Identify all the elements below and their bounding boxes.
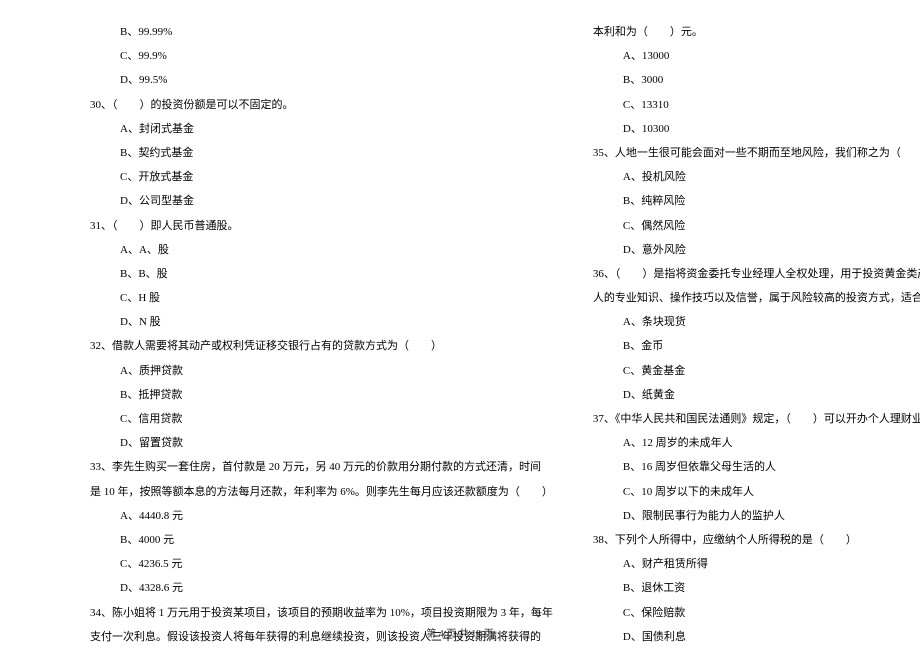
q35-option-b: B、纯粹风险 <box>593 189 920 213</box>
q30-option-b: B、契约式基金 <box>90 141 553 165</box>
q38-stem: 38、下列个人所得中，应缴纳个人所得税的是（ ） <box>593 528 920 552</box>
q32-option-a: A、质押贷款 <box>90 359 553 383</box>
q34-option-c: C、13310 <box>593 93 920 117</box>
q37-stem: 37、《中华人民共和国民法通则》规定，（ ）可以开办个人理财业务。 <box>593 407 920 431</box>
q31-option-d: D、N 股 <box>90 310 553 334</box>
q30-option-c: C、开放式基金 <box>90 165 553 189</box>
q31-option-a: A、A、股 <box>90 238 553 262</box>
q38-option-b: B、退休工资 <box>593 576 920 600</box>
q33-option-d: D、4328.6 元 <box>90 576 553 600</box>
q32-option-d: D、留置贷款 <box>90 431 553 455</box>
q35-stem: 35、人地一生很可能会面对一些不期而至地风险，我们称之为（ ） <box>593 141 920 165</box>
q30-option-d: D、公司型基金 <box>90 189 553 213</box>
q29-option-c: C、99.9% <box>90 44 553 68</box>
q29-option-b: B、99.99% <box>90 20 553 44</box>
q36-stem-line2: 人的专业知识、操作技巧以及信誉，属于风险较高的投资方式，适合喜欢冒险的积极型投资… <box>593 286 920 310</box>
q33-option-b: B、4000 元 <box>90 528 553 552</box>
q35-option-c: C、偶然风险 <box>593 214 920 238</box>
q36-option-d: D、纸黄金 <box>593 383 920 407</box>
q37-option-a: A、12 周岁的未成年人 <box>593 431 920 455</box>
q36-option-a: A、条块现货 <box>593 310 920 334</box>
q34-stem-line3: 本利和为（ ）元。 <box>593 20 920 44</box>
q38-option-c: C、保险赔款 <box>593 601 920 625</box>
left-column: B、99.99% C、99.9% D、99.5% 30、（ ）的投资份额是可以不… <box>30 20 573 620</box>
q36-option-c: C、黄金基金 <box>593 359 920 383</box>
page-footer: 第 4 页 共 18 页 <box>0 625 920 640</box>
q34-option-d: D、10300 <box>593 117 920 141</box>
q33-option-a: A、4440.8 元 <box>90 504 553 528</box>
q36-stem-line1: 36、（ ）是指将资金委托专业经理人全权处理，用于投资黄金类产品，成败关键在于经… <box>593 262 920 286</box>
q35-option-d: D、意外风险 <box>593 238 920 262</box>
q35-option-a: A、投机风险 <box>593 165 920 189</box>
q37-option-b: B、16 周岁但依靠父母生活的人 <box>593 455 920 479</box>
q33-stem-line2: 是 10 年，按照等额本息的方法每月还款，年利率为 6%。则李先生每月应该还款额… <box>90 480 553 504</box>
q37-option-d: D、限制民事行为能力人的监护人 <box>593 504 920 528</box>
q32-stem: 32、借款人需要将其动产或权利凭证移交银行占有的贷款方式为（ ） <box>90 334 553 358</box>
q37-option-c: C、10 周岁以下的未成年人 <box>593 480 920 504</box>
q33-stem-line1: 33、李先生购买一套住房，首付款是 20 万元，另 40 万元的价款用分期付款的… <box>90 455 553 479</box>
q29-option-d: D、99.5% <box>90 68 553 92</box>
q30-stem: 30、（ ）的投资份额是可以不固定的。 <box>90 93 553 117</box>
q31-option-c: C、H 股 <box>90 286 553 310</box>
q32-option-b: B、抵押贷款 <box>90 383 553 407</box>
q34-option-a: A、13000 <box>593 44 920 68</box>
q31-stem: 31、（ ）即人民币普通股。 <box>90 214 553 238</box>
page-container: B、99.99% C、99.9% D、99.5% 30、（ ）的投资份额是可以不… <box>0 0 920 620</box>
q36-option-b: B、金币 <box>593 334 920 358</box>
q38-option-a: A、财产租赁所得 <box>593 552 920 576</box>
q30-option-a: A、封闭式基金 <box>90 117 553 141</box>
q34-stem-line1: 34、陈小姐将 1 万元用于投资某项目，该项目的预期收益率为 10%，项目投资期… <box>90 601 553 625</box>
q33-option-c: C、4236.5 元 <box>90 552 553 576</box>
q32-option-c: C、信用贷款 <box>90 407 553 431</box>
q34-option-b: B、3000 <box>593 68 920 92</box>
right-column: 本利和为（ ）元。 A、13000 B、3000 C、13310 D、10300… <box>573 20 920 620</box>
q31-option-b: B、B、股 <box>90 262 553 286</box>
